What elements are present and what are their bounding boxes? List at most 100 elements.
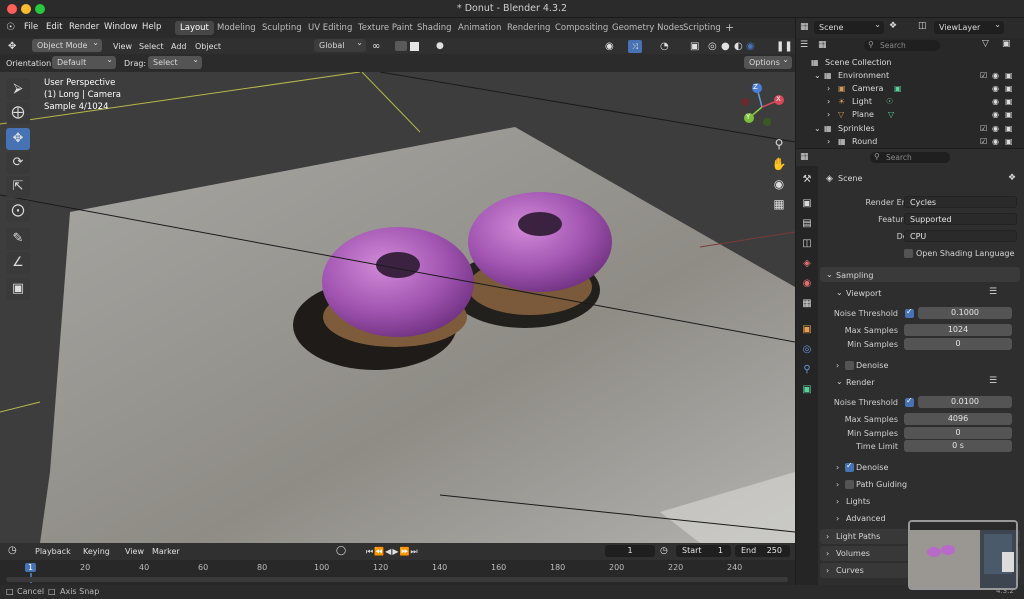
timeline-scrollbar[interactable] xyxy=(6,577,788,582)
r-min-samples-field[interactable]: 0 xyxy=(904,427,1012,439)
tab-layout[interactable]: Layout xyxy=(175,21,214,35)
list-item[interactable]: › ▣ Camera ▣ ◉ ▣ xyxy=(796,82,1024,95)
outliner-display-mode-icon[interactable]: ▦ xyxy=(818,40,827,50)
timeline[interactable]: 1 20 40 60 80 100 120 140 160 180 200 22… xyxy=(0,560,795,585)
xray-icon[interactable]: ▣ xyxy=(690,40,699,53)
tab-shading[interactable]: Shading xyxy=(412,21,457,35)
orientation-selector[interactable]: Default xyxy=(52,53,116,69)
eye-icon[interactable]: ◉ xyxy=(992,135,999,148)
start-frame-field[interactable]: Start 1 xyxy=(676,545,731,557)
render-tab-icon[interactable]: ▣ xyxy=(799,196,815,212)
constraints-tab-icon[interactable]: ⚲ xyxy=(799,362,815,378)
camera-render-icon[interactable]: ▣ xyxy=(1005,82,1013,95)
menu-timeline-view[interactable]: View xyxy=(125,545,144,558)
list-item[interactable]: › ▦ Round ☑ ◉ ▣ xyxy=(796,135,1024,148)
list-item[interactable]: ▦ Scene Collection xyxy=(796,56,1024,69)
playback-controls[interactable]: ⏮⏪◀▶⏩⏭ xyxy=(366,545,419,558)
shading-solid-icon[interactable]: ● xyxy=(721,40,730,53)
visibility-icon[interactable]: ◉ xyxy=(605,40,614,53)
menu-object[interactable]: Object xyxy=(195,40,221,53)
scale-tool-icon[interactable]: ⇱ xyxy=(6,176,30,198)
camera-render-icon[interactable]: ▣ xyxy=(1005,135,1013,148)
pin-icon[interactable]: ❖ xyxy=(1008,173,1016,183)
new-collection-icon[interactable]: ▣ xyxy=(1002,39,1011,49)
timeline-editor-icon[interactable]: ◷ xyxy=(8,544,17,557)
tab-texture-paint[interactable]: Texture Paint xyxy=(353,21,418,35)
viewport-subpanel-label[interactable]: Viewport xyxy=(846,289,881,298)
tab-compositing[interactable]: Compositing xyxy=(550,21,613,35)
outliner-search-input[interactable]: ⚲ Search xyxy=(864,40,940,51)
r-noise-threshold-checkbox[interactable] xyxy=(905,396,914,407)
menu-view[interactable]: View xyxy=(113,40,132,53)
add-cube-tool-icon[interactable]: ▣ xyxy=(6,278,30,300)
eye-icon[interactable]: ◉ xyxy=(992,69,999,82)
eye-icon[interactable]: ◉ xyxy=(992,95,999,108)
transform-orientation-selector[interactable]: Global xyxy=(314,36,366,52)
navigation-gizmo[interactable] xyxy=(737,82,787,132)
shading-wireframe-icon[interactable]: ◎ xyxy=(708,40,717,53)
eye-icon[interactable]: ◉ xyxy=(992,108,999,121)
vp-noise-threshold-field[interactable]: 0.1000 xyxy=(918,307,1012,319)
tab-modeling[interactable]: Modeling xyxy=(212,21,261,35)
blender-logo-icon[interactable]: ☉ xyxy=(6,22,15,33)
physics-tab-icon[interactable]: ◎ xyxy=(799,342,815,358)
camera-render-icon[interactable]: ▣ xyxy=(1005,69,1013,82)
viewport-3d[interactable]: User Perspective (1) Long | Camera Sampl… xyxy=(0,72,795,543)
eye-icon[interactable]: ◉ xyxy=(992,82,999,95)
checkbox-icon[interactable]: ☑ xyxy=(980,122,987,135)
camera-render-icon[interactable]: ▣ xyxy=(1005,122,1013,135)
cursor-tool-icon[interactable]: ⨁ xyxy=(6,102,30,124)
shading-material-icon[interactable]: ◐ xyxy=(734,40,743,53)
scene-tab-icon[interactable]: ◈ xyxy=(799,256,815,272)
menu-window[interactable]: Window xyxy=(104,22,138,32)
tab-scripting[interactable]: Scripting xyxy=(678,21,726,35)
shading-rendered-icon[interactable]: ◉ xyxy=(746,40,755,53)
r-max-samples-field[interactable]: 4096 xyxy=(904,413,1012,425)
perspective-toggle-icon[interactable]: ▦ xyxy=(769,194,789,214)
checkbox-icon[interactable]: ☑ xyxy=(980,69,987,82)
collection-tab-icon[interactable]: ▦ xyxy=(799,296,815,312)
view-layer-tab-icon[interactable]: ◫ xyxy=(799,236,815,252)
tool-tab-icon[interactable]: ⚒ xyxy=(799,172,815,188)
menu-edit[interactable]: Edit xyxy=(46,22,62,32)
properties-editor-icon[interactable]: ▦ xyxy=(800,152,809,162)
path-guiding-checkbox[interactable] xyxy=(845,480,854,489)
r-noise-threshold-field[interactable]: 0.0100 xyxy=(918,396,1012,408)
properties-search-input[interactable]: ⚲ Search xyxy=(870,152,950,163)
tab-geometry-nodes[interactable]: Geometry Nodes xyxy=(607,21,689,35)
eye-icon[interactable]: ◉ xyxy=(992,122,999,135)
overlay-icon[interactable]: ◔ xyxy=(660,40,669,53)
pause-render-icon[interactable]: ❚❚ xyxy=(776,40,793,53)
pivot-icon[interactable]: ● xyxy=(436,40,444,53)
osl-checkbox[interactable] xyxy=(904,249,913,258)
menu-select[interactable]: Select xyxy=(139,40,164,53)
zoom-icon[interactable]: ⚲ xyxy=(769,134,789,154)
vp-noise-threshold-checkbox[interactable] xyxy=(905,307,914,318)
camera-render-icon[interactable]: ▣ xyxy=(1005,95,1013,108)
options-button[interactable]: Options xyxy=(744,53,792,69)
annotate-tool-icon[interactable]: ✎ xyxy=(6,228,30,250)
editor-type-icon[interactable]: ✥ xyxy=(8,40,16,53)
menu-render[interactable]: Render xyxy=(69,22,99,32)
checkbox-icon[interactable]: ☑ xyxy=(980,135,987,148)
camera-view-icon[interactable]: ◉ xyxy=(769,174,789,194)
menu-marker[interactable]: Marker xyxy=(152,545,180,558)
pin-icon[interactable]: ❖ xyxy=(889,21,897,31)
tab-sculpting[interactable]: Sculpting xyxy=(257,21,307,35)
menu-playback[interactable]: Playback xyxy=(35,545,71,558)
device-selector[interactable]: CPU xyxy=(904,230,1017,242)
list-item[interactable]: › ☀ Light ☉ ◉ ▣ xyxy=(796,95,1024,108)
scene-selector[interactable]: Scene xyxy=(814,18,884,34)
world-tab-icon[interactable]: ◉ xyxy=(799,276,815,292)
pan-hand-icon[interactable]: ✋ xyxy=(769,154,789,174)
data-tab-icon[interactable]: ▣ xyxy=(799,382,815,398)
list-item[interactable]: › ▽ Plane ▽ ◉ ▣ xyxy=(796,108,1024,121)
mode-selector[interactable]: Object Mode xyxy=(32,36,102,52)
feature-set-selector[interactable]: Supported xyxy=(904,213,1017,225)
measure-tool-icon[interactable]: ∠ xyxy=(6,252,30,274)
list-presets-icon[interactable]: ☰ xyxy=(989,287,997,297)
rotate-tool-icon[interactable]: ⟳ xyxy=(6,152,30,174)
output-tab-icon[interactable]: ▤ xyxy=(799,216,815,232)
render-subpanel-label[interactable]: Render xyxy=(846,378,874,387)
view-layer-selector[interactable]: ViewLayer xyxy=(934,18,1004,34)
